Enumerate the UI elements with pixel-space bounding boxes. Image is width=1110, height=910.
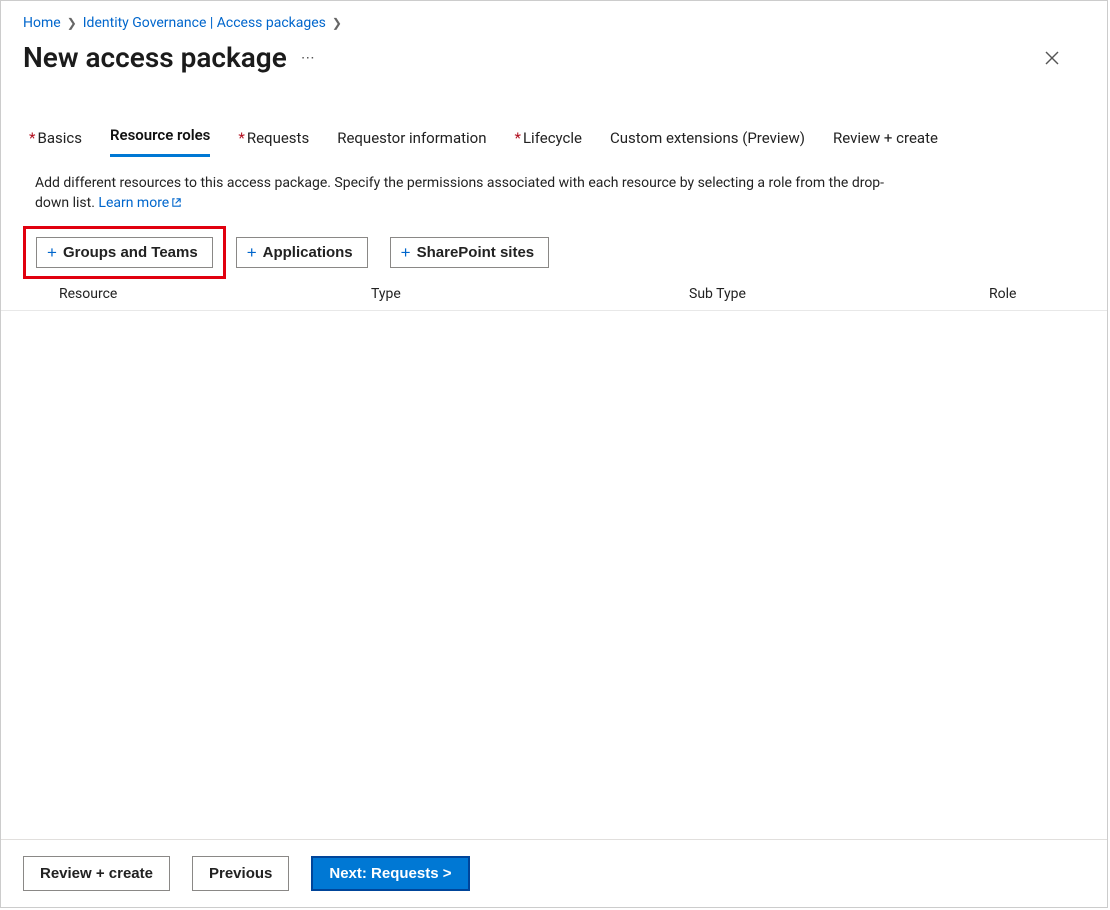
external-link-icon xyxy=(171,194,182,214)
tab-custom-extensions-preview[interactable]: Custom extensions (Preview) xyxy=(610,125,805,157)
tab-label: Custom extensions (Preview) xyxy=(610,129,805,147)
page-title: New access package xyxy=(23,41,287,74)
review-create-button[interactable]: Review + create xyxy=(23,856,170,891)
tab-review-create[interactable]: Review + create xyxy=(833,125,938,157)
close-button[interactable] xyxy=(1041,47,1063,69)
button-label: Groups and Teams xyxy=(63,244,198,261)
breadcrumb: Home ❯ Identity Governance | Access pack… xyxy=(1,1,1107,37)
page-frame: Home ❯ Identity Governance | Access pack… xyxy=(0,0,1108,908)
next-button[interactable]: Next: Requests > xyxy=(311,856,469,891)
add-resource-buttons: + Groups and Teams + Applications + SharePoin… xyxy=(1,215,1107,278)
wizard-footer: Review + create Previous Next: Requests … xyxy=(1,839,1107,907)
required-indicator-icon: * xyxy=(238,129,244,147)
tab-resource-roles[interactable]: Resource roles xyxy=(110,122,210,157)
column-header-role[interactable]: Role xyxy=(989,286,1073,302)
button-label: Applications xyxy=(263,244,353,261)
column-header-subtype[interactable]: Sub Type xyxy=(689,286,989,302)
button-label: SharePoint sites xyxy=(417,244,535,261)
tab-requests[interactable]: *Requests xyxy=(238,125,309,157)
required-indicator-icon: * xyxy=(29,129,35,147)
tab-label: Requests xyxy=(247,129,309,147)
breadcrumb-home[interactable]: Home xyxy=(23,15,61,31)
tab-label: Lifecycle xyxy=(523,129,582,147)
add-sharepoint-sites-button[interactable]: + SharePoint sites xyxy=(390,237,549,268)
plus-icon: + xyxy=(401,244,411,261)
chevron-right-icon: ❯ xyxy=(67,16,77,30)
plus-icon: + xyxy=(47,244,57,261)
tab-requestor-information[interactable]: Requestor information xyxy=(337,125,486,157)
required-indicator-icon: * xyxy=(515,129,521,147)
more-options-button[interactable]: ⋯ xyxy=(301,50,316,66)
learn-more-label: Learn more xyxy=(98,195,169,211)
close-icon xyxy=(1045,51,1059,65)
add-applications-button[interactable]: + Applications xyxy=(236,237,368,268)
tab-label: Review + create xyxy=(833,129,938,147)
tab-bar: *BasicsResource roles*RequestsRequestor … xyxy=(1,86,1107,157)
highlight-annotation: + Groups and Teams xyxy=(23,226,226,279)
plus-icon: + xyxy=(247,244,257,261)
column-header-type[interactable]: Type xyxy=(371,286,689,302)
tab-label: Basics xyxy=(37,129,82,147)
title-row: New access package ⋯ xyxy=(1,37,1107,86)
learn-more-link[interactable]: Learn more xyxy=(98,195,182,211)
tab-basics[interactable]: *Basics xyxy=(29,125,82,157)
breadcrumb-parent[interactable]: Identity Governance | Access packages xyxy=(83,15,326,31)
add-groups-and-teams-button[interactable]: + Groups and Teams xyxy=(36,237,213,268)
resources-table-body xyxy=(1,311,1107,839)
tab-label: Resource roles xyxy=(110,126,210,144)
column-header-resource[interactable]: Resource xyxy=(59,286,371,302)
resources-table-header: Resource Type Sub Type Role xyxy=(1,278,1107,311)
chevron-right-icon: ❯ xyxy=(332,16,342,30)
previous-button[interactable]: Previous xyxy=(192,856,289,891)
tab-lifecycle[interactable]: *Lifecycle xyxy=(515,125,583,157)
tab-label: Requestor information xyxy=(337,129,486,147)
tab-description: Add different resources to this access p… xyxy=(1,157,941,215)
